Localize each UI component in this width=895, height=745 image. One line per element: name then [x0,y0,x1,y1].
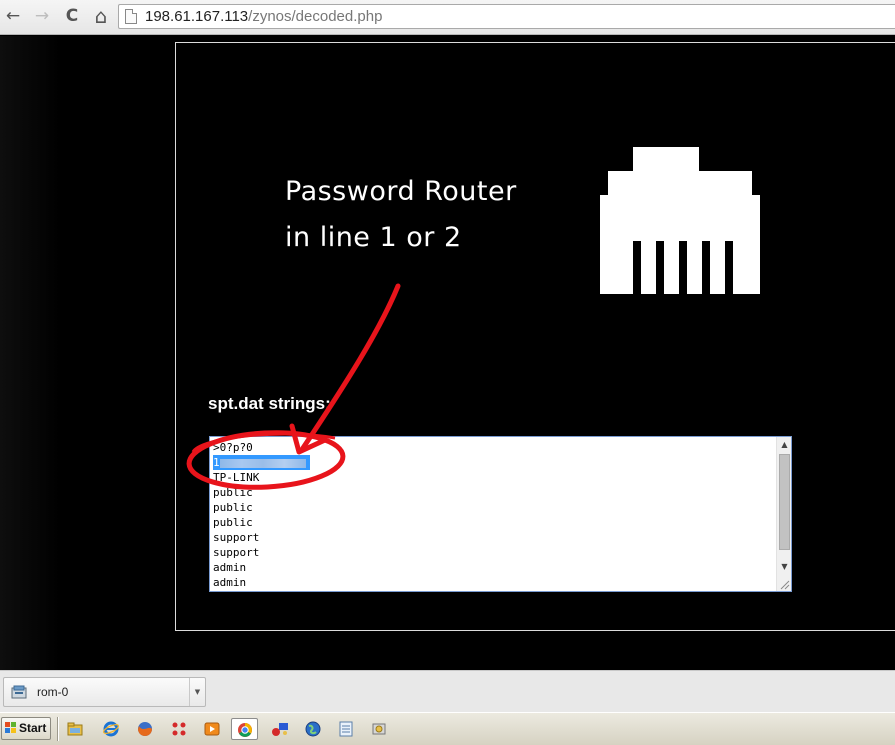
page-icon [125,9,137,24]
notepad-icon[interactable] [333,718,360,740]
list-item[interactable]: >0?p?0 [213,440,253,455]
ethernet-port-icon [600,147,760,294]
list-item[interactable]: admin [213,560,246,575]
strings-listbox[interactable]: >0?p?0 1 TP-LINK public public public support s… [209,436,792,592]
list-item[interactable]: public [213,515,253,530]
vertical-scrollbar[interactable]: ▲ ▼ [776,437,791,591]
tool-icon[interactable] [366,718,393,740]
url-text[interactable]: 198.61.167.113/zynos/decoded.php [145,8,382,25]
ie-icon[interactable] [98,718,125,740]
list-item-text: admin [213,561,247,574]
scroll-thumb[interactable] [779,454,790,550]
taskbar: Start [0,712,895,745]
section-label: spt.dat strings: [208,394,331,413]
firefox-icon[interactable] [132,718,159,740]
taskbar-separator [57,717,59,741]
list-item[interactable]: TP-LINK [213,470,259,485]
start-label: Start [19,721,47,735]
scroll-down-icon[interactable]: ▼ [777,560,791,574]
download-item[interactable]: rom-0 ▼ [3,677,206,707]
home-icon[interactable]: ⌂ [90,5,112,27]
start-button[interactable]: Start [1,717,51,740]
network-icon[interactable] [266,718,293,740]
list-item[interactable]: support [213,545,259,560]
list-item[interactable]: admin [213,575,246,590]
resize-grip-icon[interactable] [778,578,790,590]
chrome-icon[interactable] [231,718,258,740]
list-item[interactable]: public [213,485,253,500]
list-item[interactable]: support [213,530,259,545]
url-host: 198.61.167.113 [145,8,249,25]
scroll-up-icon[interactable]: ▲ [777,438,791,452]
address-bar[interactable]: 198.61.167.113/zynos/decoded.php [118,4,895,29]
url-path: /zynos/decoded.php [248,8,383,25]
browser-toolbar: ← → C ⌂ 198.61.167.113/zynos/decoded.php [0,0,895,35]
list-item-text: public [213,516,253,529]
download-menu-icon[interactable]: ▼ [189,678,205,706]
list-item-text: admin [213,576,247,589]
list-item-text: support [213,531,260,544]
file-icon [11,685,27,699]
list-item-text: >0?p?0 [213,441,253,454]
list-item[interactable]: 1 [213,455,310,470]
list-item-text: public [213,501,253,514]
download-file-name: rom-0 [37,685,69,699]
annotation-text-line-1: Password Router [285,176,517,207]
list-item-text: TP-LINK [213,471,260,484]
windows-logo-icon [5,722,16,733]
list-item-text: public [213,486,253,499]
explorer-icon[interactable] [62,718,89,740]
back-arrow-icon[interactable]: ← [2,5,24,27]
reload-icon[interactable]: C [61,5,83,27]
annotation-text-line-2: in line 1 or 2 [285,222,462,253]
forward-arrow-icon[interactable]: → [31,5,53,27]
list-item-text: 1 [213,456,220,469]
list-item[interactable]: public [213,500,253,515]
globe-icon[interactable] [300,718,327,740]
redacted-blur [219,458,306,468]
list-item-text: support [213,546,260,559]
download-bar: rom-0 ▼ [0,670,895,712]
app-grid-icon[interactable] [166,718,193,740]
media-player-icon[interactable] [199,718,226,740]
